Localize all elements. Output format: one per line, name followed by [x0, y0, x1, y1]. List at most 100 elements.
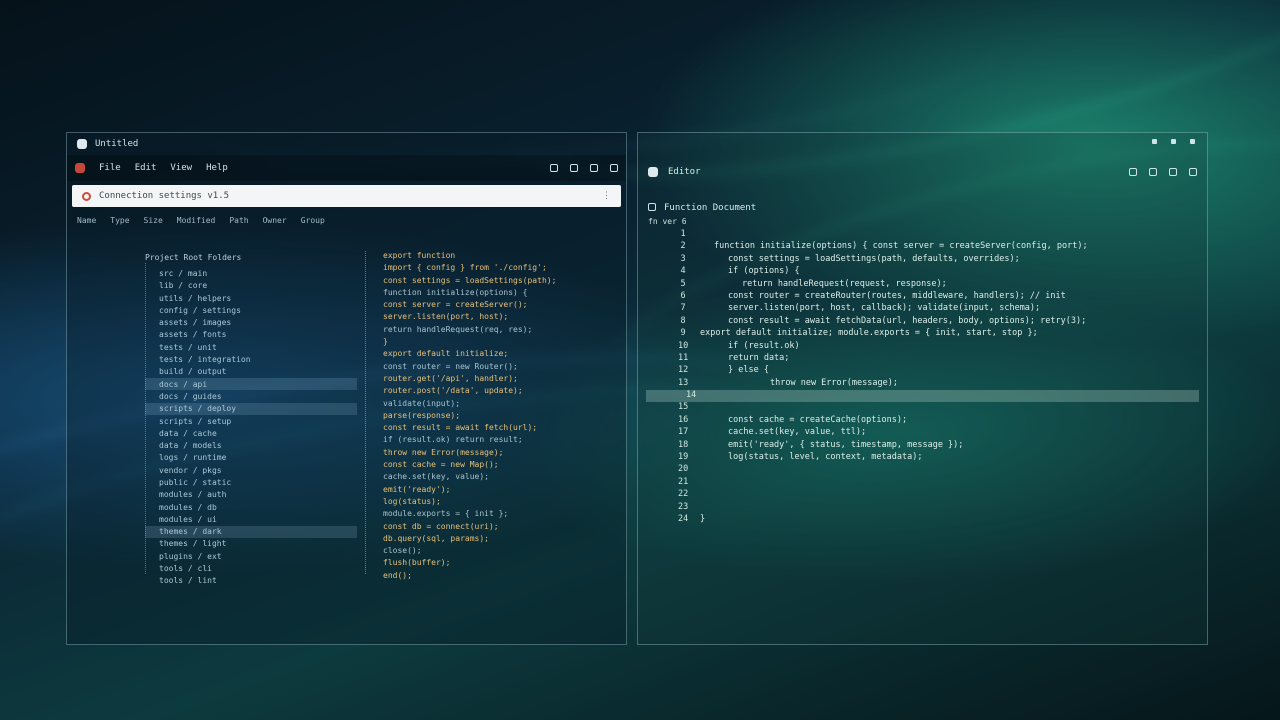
editor-line[interactable]: 4 if (options) {	[638, 266, 1207, 278]
editor-maximize-icon[interactable]	[1149, 168, 1157, 176]
editor-line[interactable]: 3 const settings = loadSettings(path, def…	[638, 254, 1207, 266]
tree-row[interactable]: tests / integration	[145, 353, 357, 365]
line-number: 20	[678, 464, 689, 475]
tree-row[interactable]: tools / lint	[145, 575, 357, 587]
menu-edit[interactable]: Edit	[135, 163, 157, 173]
column-headers: Name Type Size Modified Path Owner Group	[67, 211, 626, 229]
column-header[interactable]: Path	[229, 216, 248, 225]
more-icon[interactable]: ⋮	[602, 191, 611, 201]
line-number: 21	[678, 476, 689, 487]
maximize-icon[interactable]	[570, 164, 578, 172]
menu-file[interactable]: File	[99, 163, 121, 173]
tree-row[interactable]: public / static	[145, 476, 357, 488]
tree-row[interactable]: scripts / setup	[145, 415, 357, 427]
tree-row[interactable]: modules / db	[145, 501, 357, 513]
column-header[interactable]: Modified	[177, 216, 216, 225]
editor-line[interactable]: 18 emit('ready', { status, timestamp, mes…	[638, 440, 1207, 452]
column-header[interactable]: Name	[77, 216, 96, 225]
editor-close-icon[interactable]	[1189, 168, 1197, 176]
tree-row[interactable]: lib / core	[145, 280, 357, 292]
column-header[interactable]: Owner	[263, 216, 287, 225]
tree-row[interactable]: themes / light	[145, 538, 357, 550]
editor-line[interactable]: 6 const router = createRouter(routes, mid…	[638, 291, 1207, 303]
restore-icon[interactable]	[590, 164, 598, 172]
line-number: 4	[680, 266, 686, 277]
code-header: export function	[383, 251, 456, 260]
minimize-icon[interactable]	[550, 164, 558, 172]
menu-help[interactable]: Help	[206, 163, 228, 173]
editor-line[interactable]: 1	[638, 229, 1207, 241]
tree-row[interactable]: config / settings	[145, 304, 357, 316]
editor-line[interactable]: 16 const cache = createCache(options);	[638, 415, 1207, 427]
code-line: const router = new Router();	[383, 361, 518, 371]
editor-line[interactable]: 5 return handleRequest(request, response)…	[638, 279, 1207, 291]
tree-row[interactable]: themes / dark	[145, 525, 357, 538]
column-header[interactable]: Group	[301, 216, 325, 225]
tree-row[interactable]: assets / images	[145, 316, 357, 328]
tree-row[interactable]: tests / unit	[145, 341, 357, 353]
code-line: const cache = new Map();	[383, 460, 499, 470]
line-number: 13	[678, 377, 689, 388]
right-window-title: Editor	[668, 167, 701, 177]
tree-row[interactable]: data / cache	[145, 427, 357, 439]
editor-line[interactable]: 11 return data;	[638, 353, 1207, 365]
dot-icon-2[interactable]	[1171, 139, 1176, 144]
line-text: emit('ready', { status, timestamp, messa…	[728, 439, 964, 450]
editor-restore-icon[interactable]	[1169, 168, 1177, 176]
code-line: const result = await fetch(url);	[383, 423, 538, 433]
editor-line[interactable]: 23	[638, 502, 1207, 514]
tree-row[interactable]: data / models	[145, 439, 357, 451]
code-line: export default initialize;	[383, 349, 509, 359]
tree-row[interactable]: tools / cli	[145, 562, 357, 574]
panes: Project Root Folders src / main lib / cor…	[67, 251, 626, 644]
editor-line[interactable]: 24}	[638, 514, 1207, 526]
tree-row[interactable]: modules / auth	[145, 489, 357, 501]
line-number: 3	[680, 253, 686, 264]
editor-line[interactable]: 7 server.listen(port, host, callback); va…	[638, 303, 1207, 315]
menu-view[interactable]: View	[170, 163, 192, 173]
tree-row[interactable]: plugins / ext	[145, 550, 357, 562]
editor-minimize-icon[interactable]	[1129, 168, 1137, 176]
tree-row[interactable]: logs / runtime	[145, 452, 357, 464]
column-header[interactable]: Size	[144, 216, 163, 225]
code-pane: export function import { config } from '…	[357, 251, 626, 644]
line-number: 10	[678, 340, 689, 351]
line-number: 8	[680, 315, 686, 326]
editor-subheader-text: fn ver 6	[648, 217, 687, 226]
tree-row[interactable]: utils / helpers	[145, 292, 357, 304]
code-line: validate(input);	[383, 398, 461, 408]
editor-line[interactable]: 9 export default initialize; module.expor…	[638, 328, 1207, 340]
left-titlebar: Untitled	[67, 133, 626, 155]
close-icon[interactable]	[610, 164, 618, 172]
dot-icon-3[interactable]	[1190, 139, 1195, 144]
tree-row[interactable]: scripts / deploy	[145, 402, 357, 415]
editor-line[interactable]: 19 log(status, level, context, metadata);	[638, 452, 1207, 464]
line-text: const result = await fetchData(url, head…	[728, 315, 1087, 326]
editor-line[interactable]: 12} else {	[638, 365, 1207, 377]
editor-line[interactable]: 21	[638, 477, 1207, 489]
editor-line[interactable]: 14	[646, 390, 1199, 403]
editor-line[interactable]: 22	[638, 489, 1207, 501]
editor-line[interactable]: 2 function initialize(options) { const se…	[638, 241, 1207, 253]
address-bar[interactable]: Connection settings v1.5 ⋮	[72, 185, 621, 207]
code-line: parse(response);	[383, 410, 461, 420]
tree-row[interactable]: src / main	[145, 267, 357, 279]
editor-line[interactable]: 15	[638, 402, 1207, 414]
tree-row[interactable]: vendor / pkgs	[145, 464, 357, 476]
column-header[interactable]: Type	[110, 216, 129, 225]
editor-line[interactable]: 13 throw new Error(message);	[638, 378, 1207, 390]
tree-row[interactable]: build / output	[145, 366, 357, 378]
editor-code[interactable]: 1 2 function initialize(options) { const s…	[638, 229, 1207, 644]
editor-line[interactable]: 17 cache.set(key, value, ttl);	[638, 427, 1207, 439]
tree-row[interactable]: modules / ui	[145, 513, 357, 525]
tree-row[interactable]: docs / guides	[145, 390, 357, 402]
editor-line[interactable]: 8 const result = await fetchData(url, hea…	[638, 316, 1207, 328]
line-text: if (result.ok)	[728, 340, 800, 351]
tree-row[interactable]: assets / fonts	[145, 329, 357, 341]
editor-line[interactable]: 10 if (result.ok)	[638, 341, 1207, 353]
editor-header: Function Document	[638, 203, 1207, 213]
address-text: Connection settings v1.5	[99, 191, 230, 201]
editor-line[interactable]: 20	[638, 464, 1207, 476]
dot-icon[interactable]	[1152, 139, 1157, 144]
tree-row[interactable]: docs / api	[145, 377, 357, 391]
